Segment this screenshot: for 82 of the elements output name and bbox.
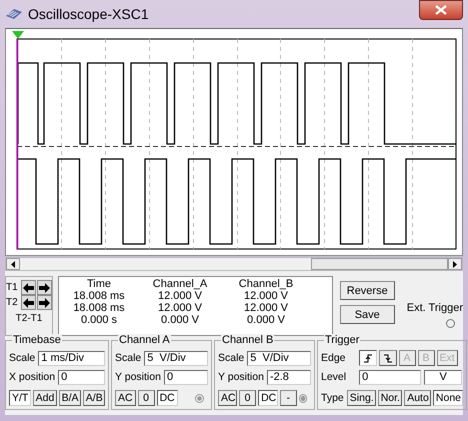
toggle-button[interactable]: AC	[218, 390, 238, 406]
toggle-button[interactable]: Y/T	[9, 390, 31, 406]
table-cell: 12.000 V	[158, 290, 202, 302]
scrollbar-thumb[interactable]	[311, 258, 448, 270]
toggle-button[interactable]: Sing.	[346, 390, 376, 406]
right-arrow-icon	[39, 282, 50, 292]
source-button: A	[398, 350, 416, 366]
field-label: Y position	[115, 371, 161, 383]
table-cell: 0.000 s	[80, 314, 118, 326]
right-arrow-icon	[39, 298, 50, 308]
field-label: Scale	[218, 352, 244, 364]
cursor-label: T2	[6, 297, 19, 308]
window-title: Oscilloscope-XSC1	[28, 6, 150, 22]
toggle-button[interactable]: DC	[156, 390, 178, 406]
trigger-marker-icon[interactable]	[12, 31, 24, 39]
table-cell: 18.008 ms	[73, 302, 125, 314]
field-label: Type	[321, 392, 344, 404]
table-cell: 12.000 V	[158, 302, 202, 314]
falling-edge-button[interactable]	[378, 350, 397, 366]
cursor-right-button[interactable]	[37, 295, 52, 310]
action-button[interactable]: Save	[340, 305, 395, 324]
left-arrow-icon	[23, 282, 34, 292]
field-label: Level	[321, 371, 346, 383]
column-header: Time	[86, 278, 112, 290]
source-button: Ext	[436, 350, 458, 366]
cursor-right-button[interactable]	[37, 280, 52, 295]
horizontal-scrollbar[interactable]	[5, 257, 463, 271]
field-label: X position	[9, 371, 56, 383]
cursor-left-button[interactable]	[21, 295, 36, 310]
table-cell: 0.000 V	[161, 314, 199, 326]
toggle-button[interactable]: -	[280, 390, 297, 406]
toggle-button[interactable]: None	[432, 390, 463, 406]
action-button[interactable]: Reverse	[340, 281, 395, 300]
input-field[interactable]: 5 V/Div	[247, 350, 311, 366]
terminal-icon[interactable]	[446, 319, 455, 328]
close-button[interactable]	[419, 0, 463, 20]
input-field[interactable]: 0	[58, 370, 105, 384]
toggle-button[interactable]: A/B	[82, 390, 105, 406]
cursor-label: T2-T1	[16, 313, 42, 324]
group-title: Timebase	[12, 334, 62, 346]
field-label: Edge	[321, 352, 346, 364]
cursor-line[interactable]	[16, 39, 18, 249]
right-arrow-icon	[453, 260, 457, 268]
left-arrow-icon	[23, 298, 34, 308]
column-header: Channel_A	[152, 278, 208, 290]
scroll-left-button[interactable]	[6, 258, 20, 270]
field-label: Scale	[115, 352, 142, 364]
input-field[interactable]: -2.8	[266, 370, 311, 384]
toggle-button[interactable]: Auto	[404, 390, 431, 406]
cursor-left-button[interactable]	[21, 280, 36, 295]
toggle-button[interactable]: Nor.	[378, 390, 402, 406]
group-title: Channel B	[221, 334, 274, 346]
toggle-button[interactable]: 0	[138, 390, 155, 406]
table-cell: 12.000 V	[244, 302, 288, 314]
toggle-button[interactable]: 0	[239, 390, 256, 406]
toggle-button[interactable]: AC	[115, 390, 136, 406]
field-label: Y position	[218, 371, 264, 383]
input-field[interactable]: 1 ms/Div	[38, 350, 105, 366]
close-icon	[435, 5, 447, 15]
rising-edge-icon	[362, 354, 373, 362]
table-cell: 0.000 V	[247, 314, 285, 326]
toggle-button[interactable]: B/A	[58, 390, 81, 406]
falling-edge-icon	[382, 354, 393, 362]
unit-field[interactable]: V	[424, 370, 462, 384]
field-label: Scale	[9, 352, 36, 364]
source-button: B	[418, 350, 435, 366]
rising-edge-button[interactable]	[358, 350, 377, 366]
input-field[interactable]: 0	[359, 370, 422, 384]
group-title: Channel A	[118, 334, 171, 346]
column-header: Channel_B	[238, 278, 294, 290]
left-arrow-icon	[11, 260, 15, 268]
table-cell: 12.000 V	[244, 290, 288, 302]
table-cell: 18.008 ms	[73, 290, 125, 302]
app-icon	[5, 7, 23, 21]
ext-trigger-label: Ext. Trigger	[406, 302, 463, 314]
group-title: Trigger	[324, 334, 360, 346]
scroll-right-button[interactable]	[448, 258, 462, 270]
input-field[interactable]: 5 V/Div	[144, 350, 208, 366]
cursor-label: T1	[6, 282, 19, 293]
toggle-button[interactable]: Add	[32, 390, 57, 406]
input-field[interactable]: 0	[164, 370, 208, 384]
toggle-button[interactable]: DC	[258, 390, 278, 406]
